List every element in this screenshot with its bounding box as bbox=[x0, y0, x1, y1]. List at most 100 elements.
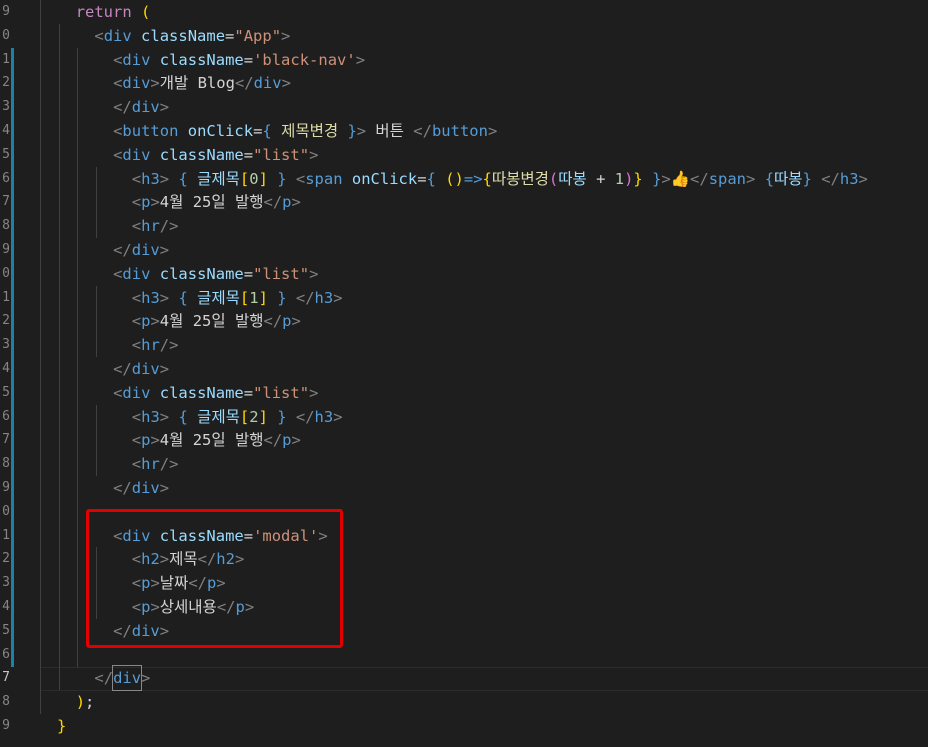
code-token: > bbox=[150, 431, 160, 450]
code-token: { bbox=[178, 407, 188, 426]
code-token: hr bbox=[141, 217, 160, 236]
code-token: < bbox=[131, 217, 142, 236]
indent-guide bbox=[77, 452, 79, 477]
indent-guide bbox=[96, 333, 98, 358]
code-token: div bbox=[122, 145, 151, 164]
indent-guide bbox=[40, 142, 41, 167]
indent-guide bbox=[40, 642, 41, 667]
code-token: p bbox=[141, 431, 151, 450]
code-token: 2 bbox=[249, 407, 259, 426]
code-token: div bbox=[131, 241, 160, 259]
line-number: 5 bbox=[2, 384, 10, 400]
indent-guide bbox=[58, 571, 60, 596]
code-token: "list" bbox=[253, 383, 310, 402]
git-modified-marker bbox=[11, 523, 14, 548]
code-token: /> bbox=[159, 336, 179, 355]
code-token: < bbox=[94, 26, 104, 45]
indent-guide bbox=[77, 166, 79, 191]
code-token: { bbox=[178, 169, 188, 188]
indent-guide bbox=[77, 428, 79, 453]
code-token: { bbox=[178, 288, 188, 307]
code-token: < bbox=[131, 169, 142, 188]
code-token: = bbox=[243, 264, 254, 283]
indent-guide bbox=[58, 404, 60, 429]
git-modified-marker bbox=[11, 238, 14, 262]
indent-guide bbox=[58, 261, 60, 286]
git-modified-marker bbox=[11, 499, 14, 524]
code-token: < bbox=[131, 336, 142, 355]
line-number: 9 bbox=[2, 242, 10, 257]
line-number: 1 bbox=[2, 51, 10, 67]
git-modified-marker bbox=[11, 357, 14, 381]
indent-guide bbox=[58, 452, 60, 477]
git-modified-marker bbox=[11, 476, 14, 500]
code-token: 따봉 bbox=[774, 169, 803, 188]
code-token: 1 bbox=[614, 169, 625, 188]
code-token: { bbox=[482, 169, 492, 188]
code-token: < bbox=[113, 145, 123, 164]
indent-guide bbox=[40, 95, 41, 120]
code-token: </ bbox=[113, 98, 132, 117]
code-token: ] bbox=[258, 169, 268, 188]
line-number: 5 bbox=[2, 622, 10, 638]
indent-guide bbox=[77, 214, 79, 239]
code-token: 'black-nav' bbox=[253, 50, 356, 69]
git-modified-marker bbox=[11, 428, 14, 453]
indent-guide bbox=[96, 404, 98, 429]
code-token: { bbox=[262, 122, 272, 140]
code-token: > bbox=[281, 26, 291, 45]
git-modified-marker bbox=[11, 142, 14, 167]
code-token: p bbox=[141, 193, 151, 212]
indent-guide bbox=[77, 571, 79, 596]
code-token: </ bbox=[295, 407, 315, 426]
code-token: ) bbox=[75, 693, 86, 712]
code-token: "list" bbox=[253, 264, 310, 283]
line-number: 0 bbox=[2, 27, 10, 43]
indent-guide bbox=[77, 333, 79, 358]
line-number: 6 bbox=[2, 646, 10, 662]
code-token: < bbox=[131, 193, 142, 212]
code-token: < bbox=[113, 50, 123, 69]
indent-guide bbox=[40, 214, 41, 239]
code-token: < bbox=[131, 288, 142, 307]
code-token: } bbox=[277, 288, 287, 307]
code-editor[interactable]: 9 0 1 2 3 4 5 6 7 8 9 0 1 2 3 4 5 6 7 8 9 0 1 2 3 4 5 6 7 8 9 return (… bbox=[0, 0, 928, 747]
indent-guide bbox=[40, 571, 41, 596]
indent-guide bbox=[58, 357, 60, 381]
line-number: 5 bbox=[2, 146, 10, 162]
indent-guide bbox=[58, 618, 60, 643]
git-modified-marker bbox=[11, 571, 14, 596]
line-number: 3 bbox=[2, 99, 10, 115]
line-number: 7 bbox=[2, 194, 10, 210]
code-token: h3 bbox=[839, 169, 859, 188]
code-token: > bbox=[159, 241, 170, 259]
code-token: > bbox=[746, 169, 756, 188]
code-token: > bbox=[159, 98, 170, 117]
code-token: 글제목 bbox=[197, 407, 240, 426]
code-token: > bbox=[309, 145, 319, 164]
code-token: > bbox=[291, 193, 301, 212]
code-token: onClick bbox=[187, 122, 254, 140]
current-line-highlight bbox=[40, 667, 928, 692]
code-token: h3 bbox=[141, 288, 160, 307]
code-token: h3 bbox=[141, 407, 160, 426]
indent-guide bbox=[58, 71, 60, 96]
line-number: 8 bbox=[2, 694, 10, 710]
code-token: > bbox=[159, 288, 170, 307]
line-number: 8 bbox=[2, 218, 10, 234]
indent-guide bbox=[58, 95, 60, 120]
code-token: ] bbox=[258, 288, 268, 307]
code-token: } bbox=[802, 169, 812, 188]
code-token: h3 bbox=[314, 407, 334, 426]
code-token: 글제목 bbox=[197, 288, 240, 307]
